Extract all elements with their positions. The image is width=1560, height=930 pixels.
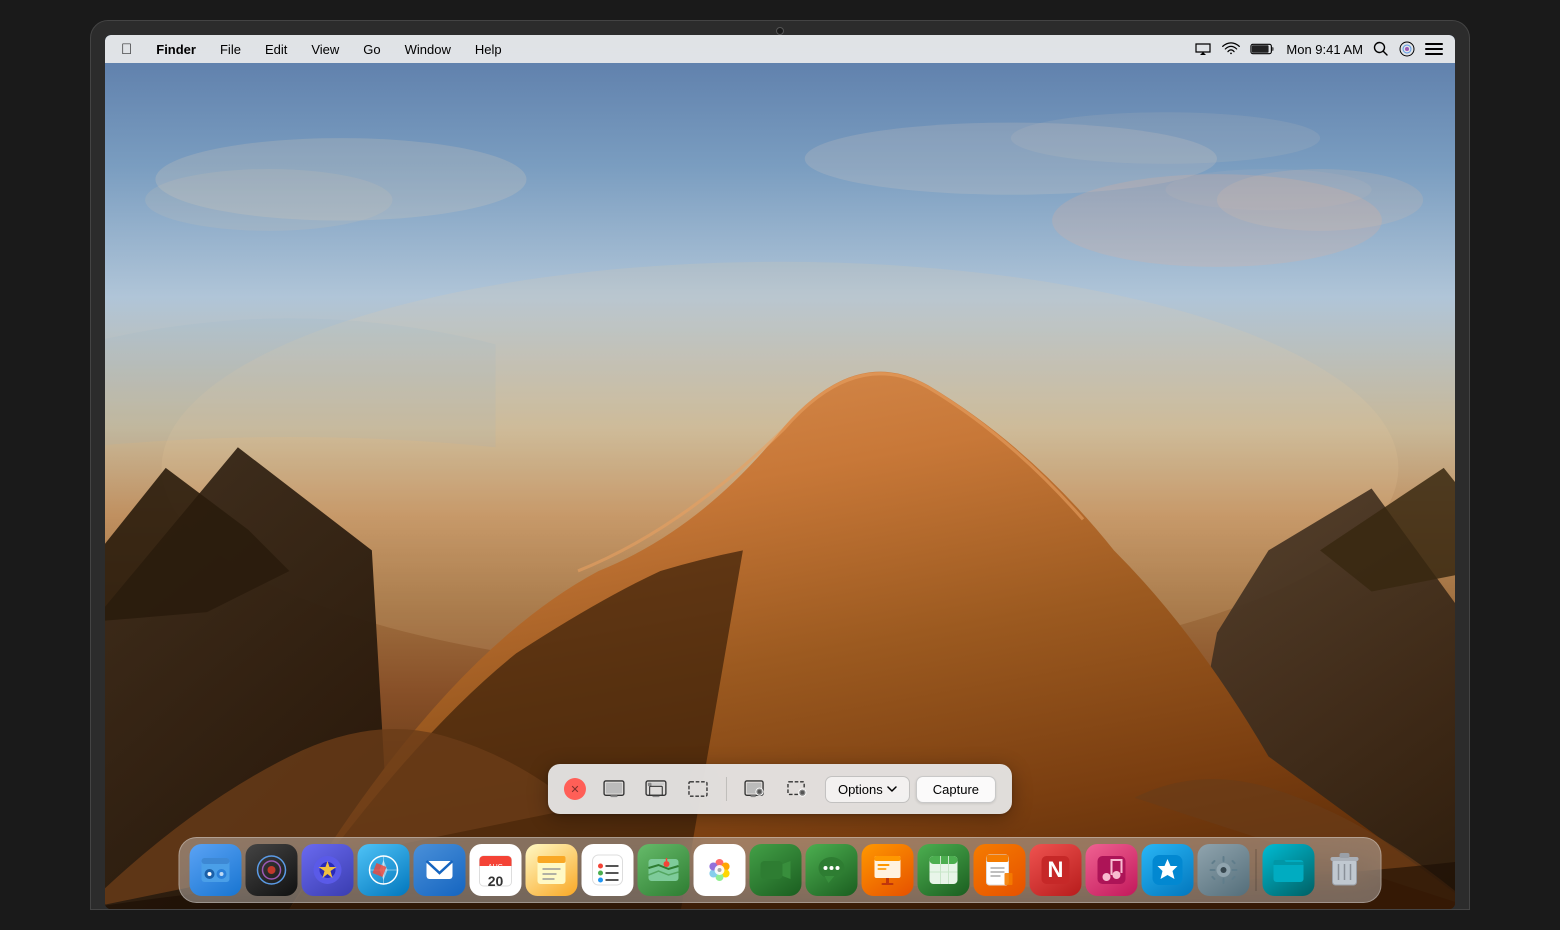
- dock-item-finder[interactable]: [190, 844, 242, 896]
- battery-icon[interactable]: [1250, 42, 1276, 56]
- dock-item-maps[interactable]: [638, 844, 690, 896]
- view-menu[interactable]: View: [307, 40, 343, 59]
- dock-item-messages[interactable]: [806, 844, 858, 896]
- help-menu[interactable]: Help: [471, 40, 506, 59]
- svg-text:AUG: AUG: [488, 864, 503, 871]
- dock-item-appstore[interactable]: [1142, 844, 1194, 896]
- dock-item-calendar[interactable]: 20 AUG: [470, 844, 522, 896]
- edit-menu[interactable]: Edit: [261, 40, 291, 59]
- time-display: Mon 9:41 AM: [1286, 42, 1363, 57]
- capture-selection-button[interactable]: [680, 774, 716, 804]
- capture-button[interactable]: Capture: [916, 776, 996, 803]
- dock-item-mail[interactable]: [414, 844, 466, 896]
- screen:  Finder File Edit View Go Window Help: [105, 35, 1455, 909]
- record-selection-button[interactable]: [779, 774, 815, 804]
- window-menu[interactable]: Window: [401, 40, 455, 59]
- airplay-icon[interactable]: [1194, 42, 1212, 56]
- dock-item-music[interactable]: [1086, 844, 1138, 896]
- finder-menu[interactable]: Finder: [152, 40, 200, 59]
- dock: 20 AUG: [179, 837, 1382, 903]
- go-menu[interactable]: Go: [359, 40, 384, 59]
- siri-icon[interactable]: [1399, 41, 1415, 57]
- dock-item-news[interactable]: N: [1030, 844, 1082, 896]
- toolbar-close-button[interactable]: ✕: [564, 778, 586, 800]
- dock-separator: [1256, 849, 1257, 891]
- file-menu[interactable]: File: [216, 40, 245, 59]
- options-button[interactable]: Options: [825, 776, 910, 803]
- svg-text:N: N: [1048, 857, 1064, 882]
- dock-item-safari[interactable]: [358, 844, 410, 896]
- screenshot-toolbar: ✕: [548, 764, 1012, 814]
- laptop-frame:  Finder File Edit View Go Window Help: [90, 20, 1470, 910]
- search-icon[interactable]: [1373, 41, 1389, 57]
- svg-text:20: 20: [488, 873, 504, 888]
- dock-item-notes[interactable]: [526, 844, 578, 896]
- dock-item-siri[interactable]: [246, 844, 298, 896]
- capture-entire-screen-button[interactable]: [596, 774, 632, 804]
- dock-item-photos[interactable]: [694, 844, 746, 896]
- control-center-icon[interactable]: [1425, 42, 1443, 56]
- dock-item-trash[interactable]: [1319, 844, 1371, 896]
- options-label: Options: [838, 782, 883, 797]
- dock-item-facetime[interactable]: [750, 844, 802, 896]
- dock-item-keynote[interactable]: [862, 844, 914, 896]
- dock-item-numbers[interactable]: [918, 844, 970, 896]
- dock-item-system-prefs[interactable]: [1198, 844, 1250, 896]
- apple-menu[interactable]: : [117, 39, 136, 60]
- record-entire-screen-button[interactable]: [737, 774, 773, 804]
- dock-item-launchpad[interactable]: [302, 844, 354, 896]
- capture-selected-window-button[interactable]: [638, 774, 674, 804]
- chevron-down-icon: [887, 786, 897, 792]
- menubar-left:  Finder File Edit View Go Window Help: [117, 39, 1194, 60]
- wifi-icon[interactable]: [1222, 42, 1240, 56]
- menubar-right: Mon 9:41 AM: [1194, 41, 1443, 57]
- dock-item-reminders[interactable]: [582, 844, 634, 896]
- menubar:  Finder File Edit View Go Window Help: [105, 35, 1455, 63]
- dock-item-pages[interactable]: [974, 844, 1026, 896]
- dock-item-file-browser[interactable]: [1263, 844, 1315, 896]
- camera: [776, 27, 784, 35]
- toolbar-separator-1: [726, 777, 727, 801]
